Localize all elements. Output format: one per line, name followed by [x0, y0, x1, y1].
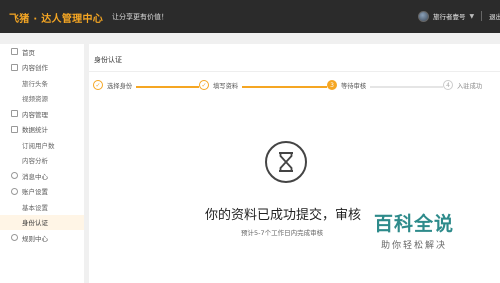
sidebar-item-home[interactable]: 首页	[0, 44, 84, 60]
watermark-title: 百科全说	[373, 213, 454, 235]
status-sub-message: 预计5-7个工作日内完成审核	[241, 229, 324, 237]
divider	[89, 71, 500, 72]
sidebar-item-video-resources[interactable]: 视频资源	[0, 91, 84, 107]
sidebar-item-label: 订阅用户数	[22, 141, 55, 150]
logout-link[interactable]: 退出	[489, 11, 500, 21]
sidebar-item-travel-headlines[interactable]: 旅行头条	[0, 75, 84, 91]
home-icon	[11, 48, 18, 56]
step-number: 3	[327, 80, 337, 90]
sidebar-item-account-settings[interactable]: 账户设置	[0, 184, 84, 200]
step-label: 等待审核	[341, 82, 367, 90]
brand-logo[interactable]: 飞猪 · 达人管理中心	[9, 10, 103, 25]
document-icon	[11, 110, 18, 118]
step-label: 选择身份	[107, 82, 133, 90]
sidebar-item-label: 内容管理	[22, 110, 48, 119]
sidebar-item-label: 首页	[22, 48, 35, 57]
sidebar-item-label: 视频资源	[22, 95, 48, 104]
step-number: 4	[443, 80, 453, 90]
sidebar-item-identity-verification[interactable]: 身份认证	[0, 214, 84, 230]
sidebar-item-label: 规则中心	[22, 234, 48, 243]
sidebar-item-label: 旅行头条	[22, 79, 48, 88]
step-label: 填写资料	[213, 82, 239, 90]
user-name[interactable]: 旅行者壹号	[433, 11, 466, 21]
check-icon: ✓	[93, 80, 103, 90]
sidebar-item-label: 身份认证	[22, 219, 48, 228]
sidebar: 首页 内容创作 旅行头条 视频资源 内容管理 数据统计 订阅用户数 内容分析 消…	[0, 44, 84, 283]
sidebar-item-label: 基本设置	[22, 203, 48, 212]
sidebar-item-rules[interactable]: 规则中心	[0, 230, 84, 246]
user-icon	[11, 187, 18, 195]
edit-icon	[11, 63, 18, 71]
sidebar-item-basic-settings[interactable]: 基本设置	[0, 199, 84, 215]
rules-icon	[11, 234, 18, 242]
sidebar-item-label: 数据统计	[22, 126, 48, 135]
sidebar-item-statistics[interactable]: 数据统计	[0, 122, 84, 138]
step-onboarded: 4 入驻成功	[443, 80, 487, 90]
step-select-identity: ✓ 选择身份	[93, 80, 137, 90]
sidebar-item-content-creation[interactable]: 内容创作	[0, 60, 84, 76]
divider	[481, 11, 483, 21]
check-icon: ✓	[199, 80, 209, 90]
chart-icon	[11, 125, 18, 133]
chevron-down-icon[interactable]: ▼	[470, 13, 475, 20]
sidebar-item-label: 内容分析	[22, 157, 48, 166]
step-label: 入驻成功	[457, 82, 483, 90]
sidebar-item-label: 内容创作	[22, 64, 48, 73]
watermark-subtitle: 助你轻松解决	[380, 241, 447, 251]
sidebar-item-messages[interactable]: 消息中心	[0, 168, 84, 184]
progress-steps: ✓ 选择身份 ✓ 填写资料 3 等待审核 4 入驻成功	[89, 80, 500, 94]
status-message: 你的资料已成功提交，审核	[205, 208, 362, 223]
slogan: 让分享更有价值！	[112, 13, 168, 21]
sidebar-item-content-analysis[interactable]: 内容分析	[0, 153, 84, 169]
sidebar-item-subscribers[interactable]: 订阅用户数	[0, 137, 84, 153]
sidebar-item-label: 账户设置	[22, 188, 48, 197]
watermark-logo: 百科全说 助你轻松解决	[364, 209, 464, 251]
avatar[interactable]	[418, 10, 429, 22]
user-menu[interactable]: 旅行者壹号 ▼ 退出	[418, 9, 500, 23]
message-icon	[11, 172, 18, 180]
step-fill-info: ✓ 填写资料	[199, 80, 243, 90]
step-awaiting-review: 3 等待审核	[327, 80, 371, 90]
page-title: 身份认证	[94, 56, 122, 64]
top-bar: 飞猪 · 达人管理中心 让分享更有价值！ 旅行者壹号 ▼ 退出	[0, 0, 500, 33]
sidebar-item-label: 消息中心	[22, 172, 48, 181]
hourglass-icon	[265, 141, 307, 183]
sidebar-item-content-management[interactable]: 内容管理	[0, 106, 84, 122]
